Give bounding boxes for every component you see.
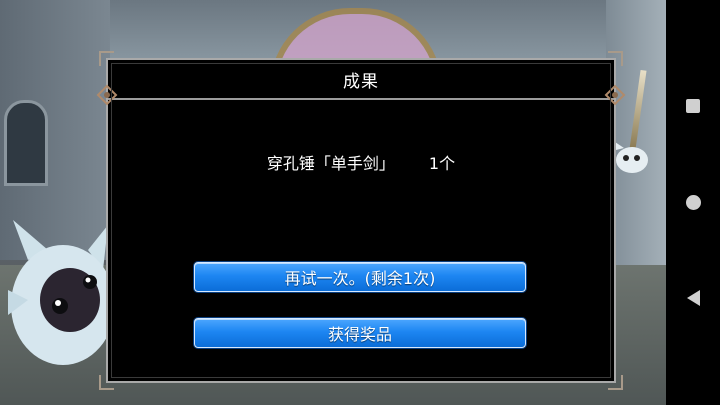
creature-small (612, 140, 648, 173)
retry-button-label: 再试一次。(剩余1次) (284, 269, 436, 288)
dialog-title-bar: 成果 (108, 60, 614, 100)
result-dialog: 成果 穿孔锤「单手剑」 1个 再试一次。(剩余1次) 获得奖品 (96, 51, 626, 390)
claim-reward-button[interactable]: 获得奖品 (194, 318, 526, 348)
result-item-count: 1个 (428, 154, 456, 173)
recents-button[interactable] (666, 86, 720, 126)
creature-mascot (8, 220, 113, 365)
dialog-title: 成果 (343, 71, 379, 92)
ornament-corner-icon (96, 48, 118, 70)
triangle-back-icon (686, 290, 700, 306)
result-line: 穿孔锤「单手剑」 1个 (108, 150, 614, 174)
background-window (4, 100, 48, 186)
result-item-name: 穿孔锤「单手剑」 (266, 154, 395, 173)
ornament-corner-icon (96, 371, 118, 393)
retry-button[interactable]: 再试一次。(剩余1次) (194, 262, 526, 292)
circle-icon (685, 194, 701, 210)
home-button[interactable] (666, 182, 720, 222)
ornament-corner-icon (604, 371, 626, 393)
ornament-corner-icon (604, 48, 626, 70)
android-nav-bar (666, 0, 720, 405)
ornament-corner-icon (604, 84, 626, 106)
back-button[interactable] (666, 278, 720, 318)
claim-reward-button-label: 获得奖品 (327, 325, 392, 344)
square-icon (686, 99, 700, 113)
ornament-corner-icon (96, 84, 118, 106)
